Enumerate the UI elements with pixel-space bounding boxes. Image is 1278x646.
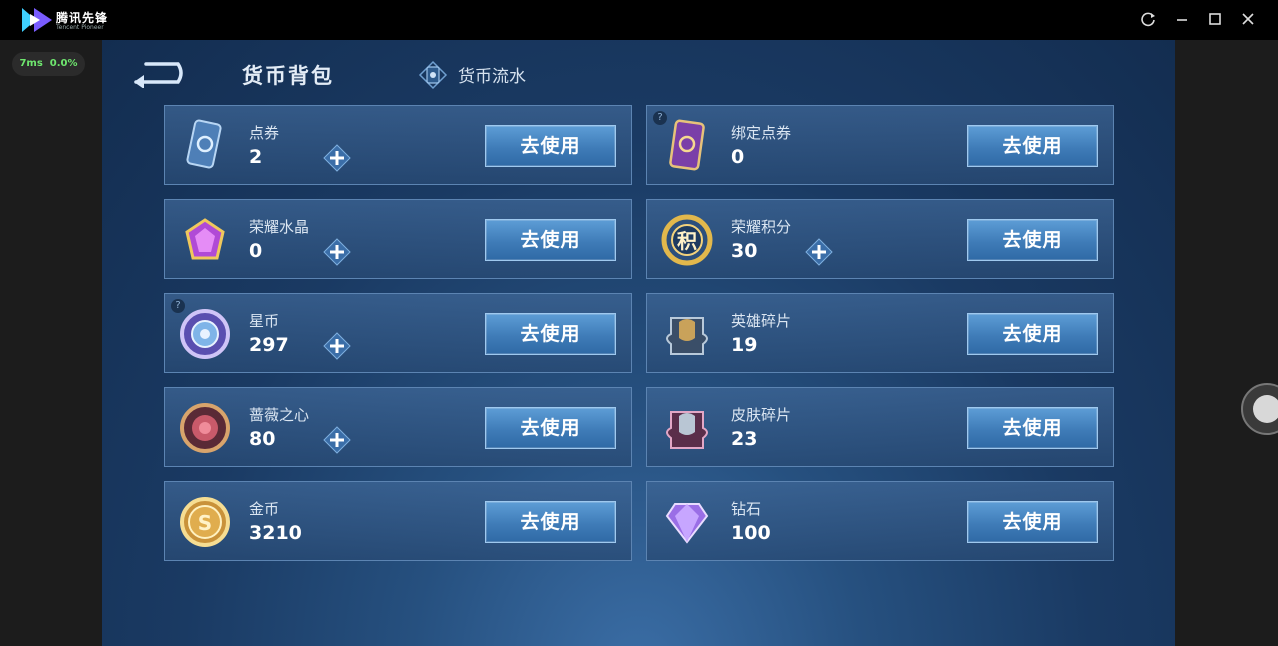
tab-currency-flow-label: 货币流水 [458,67,526,87]
currency-name: 蔷薇之心 [249,406,310,424]
left-sidebar [0,40,102,646]
skin-fragment-icon [666,411,708,449]
app-subtitle: Tencent Pioneer [56,24,104,31]
currency-amount: 0 [249,240,263,262]
currency-name: 荣耀水晶 [249,218,310,236]
currency-amount: 80 [249,428,276,450]
currency-amount: 100 [731,522,771,544]
use-button[interactable]: 去使用 [967,501,1098,543]
currency-backpack-screen: 货币背包 货币流水 点券 2 去使用? 绑定点券 0 去使用 荣耀水晶 0 去使用积荣耀积分 30… [102,40,1175,646]
glory-crystal-icon [185,218,225,260]
star-coin-icon [180,309,230,359]
diamond-icon [665,503,709,544]
add-currency-plus-icon[interactable] [805,238,833,266]
tab-currency-backpack[interactable]: 货币背包 [242,60,334,90]
currency-name: 荣耀积分 [731,218,792,236]
currency-name: 英雄碎片 [731,312,792,330]
close-icon[interactable] [1238,10,1258,30]
currency-icon-text: 积 [677,229,697,253]
currency-card: S 金币 3210 去使用 [164,481,632,561]
use-button[interactable]: 去使用 [967,125,1098,167]
flow-card-icon [418,60,448,90]
use-button[interactable]: 去使用 [485,501,616,543]
currency-amount: 3210 [249,522,302,544]
currency-amount: 0 [731,146,745,168]
use-button[interactable]: 去使用 [967,219,1098,261]
currency-name: 钻石 [731,500,762,518]
currency-card: 钻石 100 去使用 [646,481,1114,561]
add-currency-plus-icon[interactable] [323,238,351,266]
currency-card: 蔷薇之心 80 去使用 [164,387,632,467]
rose-heart-icon [180,403,230,453]
currency-card: 英雄碎片 19 去使用 [646,293,1114,373]
currency-card: 积 荣耀积分 30 去使用 [646,199,1114,279]
app-logo-icon [22,8,52,32]
window-titlebar: 腾讯先锋 Tencent Pioneer [0,0,1278,40]
help-icon[interactable]: ? [653,111,667,125]
currency-card: 点券 2 去使用 [164,105,632,185]
add-currency-plus-icon[interactable] [323,426,351,454]
tab-currency-flow[interactable]: 货币流水 [416,60,526,90]
use-button[interactable]: 去使用 [485,219,616,261]
maximize-icon[interactable] [1205,10,1225,30]
currency-card: ? 绑定点券 0 去使用 [646,105,1114,185]
currency-card: ? 星币 297 去使用 [164,293,632,373]
currency-amount: 30 [731,240,758,262]
glory-points-icon: 积 [661,214,713,266]
use-button[interactable]: 去使用 [485,313,616,355]
help-icon[interactable]: ? [171,299,185,313]
currency-name: 点券 [249,124,280,142]
currency-amount: 23 [731,428,758,450]
currency-name: 星币 [249,312,280,330]
currency-amount: 2 [249,146,263,168]
use-button[interactable]: 去使用 [485,407,616,449]
gold-coin-icon: S [180,497,230,547]
refresh-icon[interactable] [1138,10,1158,30]
use-button[interactable]: 去使用 [967,407,1098,449]
currency-name: 金币 [249,500,280,518]
currency-icon-text: S [198,511,212,535]
hero-fragment-icon [666,317,708,355]
currency-card: 荣耀水晶 0 去使用 [164,199,632,279]
add-currency-plus-icon[interactable] [323,144,351,172]
add-currency-plus-icon[interactable] [323,332,351,360]
currency-name: 皮肤碎片 [731,406,792,424]
network-stats-badge: 7ms 0.0% [12,52,85,76]
latency-value: 7ms [19,58,43,69]
bound-coupon-card-icon [669,119,705,171]
currency-amount: 19 [731,334,758,356]
currency-amount: 297 [249,334,289,356]
back-arrow-icon[interactable] [128,58,184,88]
use-button[interactable]: 去使用 [967,313,1098,355]
loss-value: 0.0% [49,58,78,69]
minimize-icon[interactable] [1172,10,1192,30]
use-button[interactable]: 去使用 [485,125,616,167]
coupon-card-icon [186,119,222,169]
currency-card: 皮肤碎片 23 去使用 [646,387,1114,467]
right-sidebar [1175,40,1278,646]
currency-name: 绑定点券 [731,124,792,142]
